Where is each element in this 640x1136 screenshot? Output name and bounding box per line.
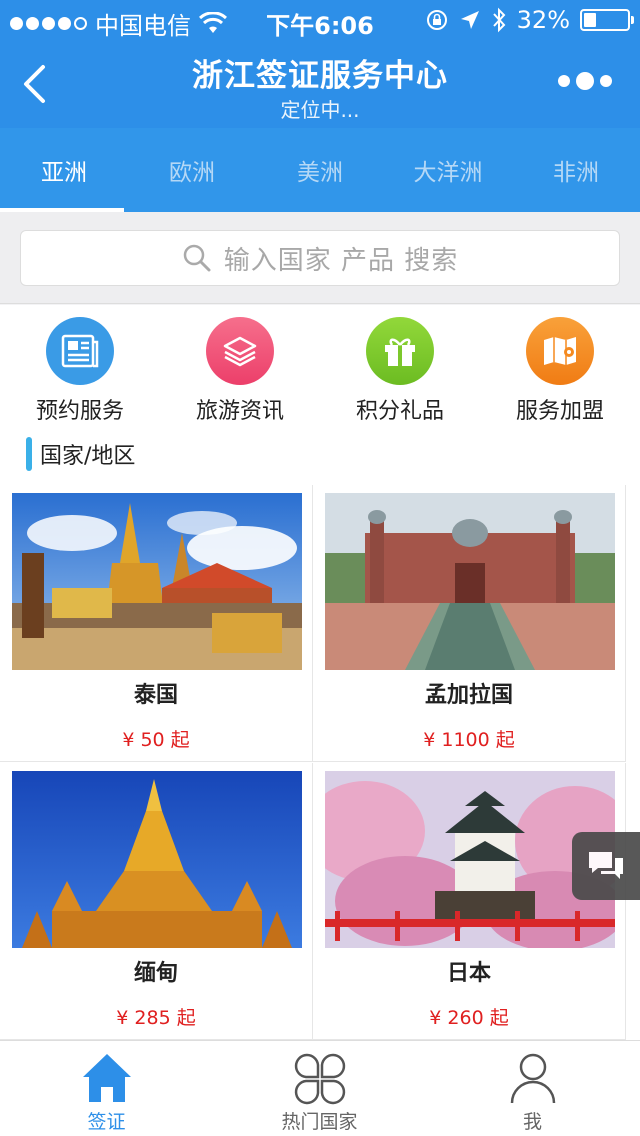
country-price: ¥ 285 起 [116, 1007, 196, 1029]
quick-action-label: 服务加盟 [515, 399, 604, 424]
clover-icon [294, 1053, 345, 1105]
search-input[interactable]: 输入国家 产品 搜索 [20, 230, 620, 286]
home-icon [82, 1054, 131, 1102]
quick-action-points-gifts[interactable]: 积分礼品 [320, 317, 480, 425]
rotation-lock-icon [426, 10, 447, 30]
search-icon [183, 244, 211, 272]
tab-asia[interactable]: 亚洲 [0, 128, 128, 212]
chat-bubbles-icon [589, 852, 623, 879]
search-placeholder: 输入国家 产品 搜索 [223, 245, 459, 276]
country-name: 孟加拉国 [424, 683, 513, 708]
country-price: ¥ 260 起 [429, 1007, 509, 1029]
layers-icon [206, 317, 274, 385]
gift-icon [366, 317, 434, 385]
tabbar-label: 热门国家 [281, 1111, 358, 1133]
quick-action-booking[interactable]: 预约服务 [0, 317, 160, 425]
thailand-temple-image [12, 493, 302, 670]
battery-percent: 32% [516, 6, 570, 34]
country-card-thailand[interactable]: 泰国 ¥ 50 起 [0, 485, 313, 762]
quick-action-label: 旅游资讯 [195, 399, 284, 424]
tab-americas[interactable]: 美洲 [256, 128, 384, 212]
country-name: 缅甸 [133, 961, 178, 986]
more-dot-icon [600, 75, 612, 87]
country-card-bangladesh[interactable]: 孟加拉国 ¥ 1100 起 [313, 485, 626, 762]
nav-bar: 浙江签证服务中心 定位中... [0, 40, 640, 128]
header: 中国电信 下午6:06 32% 浙江签证服务中心 定位中... 亚洲 欧洲 美洲… [0, 0, 640, 212]
quick-action-travel-news[interactable]: 旅游资讯 [160, 317, 320, 425]
tabbar-label: 我 [522, 1111, 542, 1133]
status-bar: 中国电信 下午6:06 32% [0, 0, 640, 40]
bottom-tab-bar: 签证 热门国家 我 [0, 1040, 640, 1136]
location-status: 定位中... [280, 98, 360, 122]
user-icon [510, 1053, 555, 1104]
bangladesh-fort-image [325, 493, 615, 670]
search-section: 输入国家 产品 搜索 [0, 212, 640, 304]
status-right: 32% [425, 6, 634, 34]
section-title: 国家/地区 [40, 444, 136, 469]
continent-tabs: 亚洲 欧洲 美洲 大洋洲 非洲 [0, 128, 640, 212]
tabbar-visa[interactable]: 签证 [0, 1041, 213, 1136]
quick-action-label: 预约服务 [35, 399, 124, 424]
country-price: ¥ 50 起 [122, 729, 190, 751]
bluetooth-icon [492, 7, 506, 33]
section-header: 国家/地区 [26, 437, 135, 471]
section-accent-bar [26, 437, 32, 471]
quick-action-label: 积分礼品 [355, 399, 444, 424]
tab-oceania[interactable]: 大洋洲 [384, 128, 512, 212]
more-button[interactable] [558, 72, 612, 90]
country-price: ¥ 1100 起 [423, 729, 515, 751]
location-arrow-icon [460, 11, 479, 29]
myanmar-pagoda-image [12, 771, 302, 948]
tabbar-me[interactable]: 我 [426, 1041, 639, 1136]
tabbar-popular-countries[interactable]: 热门国家 [213, 1041, 426, 1136]
country-card-myanmar[interactable]: 缅甸 ¥ 285 起 [0, 763, 313, 1040]
tabbar-label: 签证 [87, 1111, 126, 1133]
more-dot-icon [558, 75, 570, 87]
page-title: 浙江签证服务中心 [192, 58, 448, 94]
country-grid: 泰国 ¥ 50 起 孟加拉国 ¥ 1100 起 缅甸 ¥ 285 起 日本 ¥ … [0, 485, 640, 1040]
map-icon [526, 317, 594, 385]
country-name: 泰国 [133, 683, 178, 708]
battery-icon [580, 9, 634, 31]
quick-actions: 预约服务 旅游资讯 积分礼品 服务加盟 国家/地区 [0, 305, 640, 485]
country-card-japan[interactable]: 日本 ¥ 260 起 [313, 763, 626, 1040]
document-icon [46, 317, 114, 385]
tab-europe[interactable]: 欧洲 [128, 128, 256, 212]
country-name: 日本 [446, 961, 491, 986]
more-dot-icon [576, 72, 594, 90]
quick-action-franchise[interactable]: 服务加盟 [480, 317, 640, 425]
chat-button[interactable] [572, 832, 640, 900]
app-screen: 中国电信 下午6:06 32% 浙江签证服务中心 定位中... 亚洲 欧洲 美洲… [0, 0, 640, 1136]
tab-africa[interactable]: 非洲 [512, 128, 640, 212]
